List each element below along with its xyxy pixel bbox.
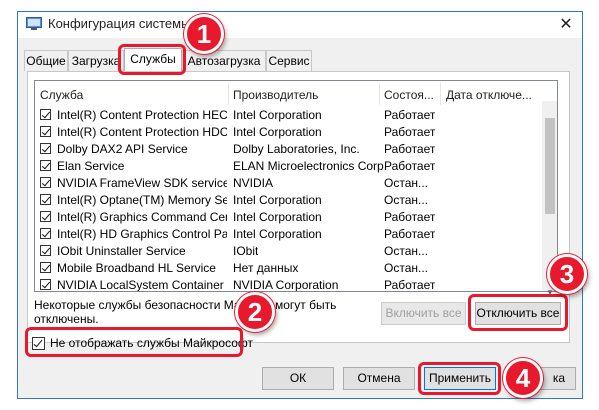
service-manufacturer: Intel Corporation (233, 108, 322, 122)
step-badge-4: 4 (503, 358, 543, 398)
column-divider (228, 83, 229, 105)
highlight-disable-all (468, 294, 568, 331)
service-status: Остан... (384, 193, 428, 207)
security-note-line2: отключены. (34, 312, 99, 326)
column-disable-date[interactable]: Дата отключе... (446, 88, 532, 102)
security-note-tail: е могут быть (265, 298, 337, 312)
service-name: IObit Uninstaller Service (57, 244, 186, 258)
service-manufacturer: Dolby Laboratories, Inc. (233, 142, 360, 156)
service-name: NVIDIA FrameView SDK service (57, 176, 227, 190)
service-manufacturer: Нет данных (233, 261, 299, 275)
service-manufacturer: NVIDIA Corporation (233, 278, 339, 291)
service-status: Работает (384, 227, 436, 241)
window-title: Конфигурация системы (48, 16, 191, 31)
step-badge-2: 2 (235, 292, 275, 332)
table-row[interactable]: Intel(R) Content Protection HDC... Intel … (36, 124, 542, 141)
checkbox-checked[interactable] (40, 160, 51, 171)
checkbox-checked[interactable] (40, 194, 51, 205)
service-status: Остан... (384, 261, 428, 275)
service-status: Работает (384, 210, 436, 224)
service-name: Intel(R) HD Graphics Control Pa... (57, 227, 227, 241)
ok-button[interactable]: ОК (262, 367, 334, 390)
scrollbar-thumb[interactable] (545, 118, 555, 214)
app-icon (26, 17, 42, 31)
column-service[interactable]: Служба (40, 88, 83, 102)
tab-general[interactable]: Общие (24, 50, 68, 71)
service-status: Остан... (384, 176, 428, 190)
service-manufacturer: Intel Corporation (233, 125, 322, 139)
table-row[interactable]: Dolby DAX2 API Service Dolby Laboratories… (36, 141, 542, 158)
checkbox-checked[interactable] (40, 126, 51, 137)
table-row[interactable]: IObit Uninstaller Service IObit Остан... (36, 243, 542, 260)
tab-startup[interactable]: Автозагрузка (182, 50, 266, 71)
table-row[interactable]: Mobile Broadband HL Service Нет данных Ост… (36, 260, 542, 277)
table-row[interactable]: NVIDIA LocalSystem Container NVIDIA Corpo… (36, 277, 542, 291)
highlight-apply (418, 362, 501, 395)
tab-tools[interactable]: Сервис (266, 50, 312, 71)
highlight-hide-microsoft (25, 327, 243, 357)
service-manufacturer: NVIDIA (233, 176, 274, 190)
service-manufacturer: Intel Corporation (233, 227, 322, 241)
service-name: Intel(R) Graphics Command Cen... (57, 210, 227, 224)
checkbox-checked[interactable] (40, 143, 51, 154)
table-row[interactable]: Intel(R) Optane(TM) Memory Se... Intel Co… (36, 192, 542, 209)
close-button[interactable]: ✕ (552, 14, 580, 36)
tab-boot[interactable]: Загрузка (68, 50, 124, 71)
service-manufacturer: Intel Corporation (233, 193, 322, 207)
column-status[interactable]: Состоя... (384, 88, 434, 102)
service-name: Mobile Broadband HL Service (57, 261, 216, 275)
table-row[interactable]: Intel(R) Content Protection HEC... Intel … (36, 107, 542, 124)
service-status: Работает (384, 278, 436, 291)
service-name: Elan Service (57, 159, 125, 173)
checkbox-checked[interactable] (40, 262, 51, 273)
service-status: Работает (384, 159, 436, 173)
checkbox-checked[interactable] (40, 177, 51, 188)
checkbox-checked[interactable] (40, 279, 51, 290)
service-status: Остан... (384, 244, 428, 258)
enable-all-button[interactable]: Включить все (381, 302, 466, 325)
table-row[interactable]: Elan Service ELAN Microelectronics Corp. Р… (36, 158, 542, 175)
checkbox-checked[interactable] (40, 245, 51, 256)
highlight-services-tab (118, 44, 186, 75)
column-divider (379, 83, 380, 105)
table-row[interactable]: NVIDIA FrameView SDK service NVIDIA Остан.… (36, 175, 542, 192)
service-manufacturer: Intel Corporation (233, 210, 322, 224)
checkbox-checked[interactable] (40, 228, 51, 239)
service-name: NVIDIA LocalSystem Container (57, 278, 224, 291)
checkbox-checked[interactable] (40, 211, 51, 222)
service-name: Intel(R) Content Protection HDC... (57, 125, 227, 139)
service-status: Работает (384, 142, 436, 156)
service-status: Работает (384, 108, 436, 122)
column-divider (440, 83, 441, 105)
service-manufacturer: ELAN Microelectronics Corp. (233, 159, 388, 173)
service-status: Работает (384, 125, 436, 139)
service-name: Intel(R) Optane(TM) Memory Se... (57, 193, 227, 207)
column-manufacturer[interactable]: Производитель (233, 88, 318, 102)
step-badge-1: 1 (184, 14, 224, 54)
step-badge-3: 3 (547, 254, 587, 294)
security-note: Некоторые службы безопасности Майк (34, 298, 253, 312)
table-row[interactable]: Intel(R) HD Graphics Control Pa... Intel … (36, 226, 542, 243)
checkbox-checked[interactable] (40, 109, 51, 120)
service-name: Dolby DAX2 API Service (57, 142, 188, 156)
table-row[interactable]: Intel(R) Graphics Command Cen... Intel Co… (36, 209, 542, 226)
service-name: Intel(R) Content Protection HEC... (57, 108, 227, 122)
service-manufacturer: IObit (233, 244, 259, 258)
cancel-button[interactable]: Отмена (343, 367, 415, 390)
